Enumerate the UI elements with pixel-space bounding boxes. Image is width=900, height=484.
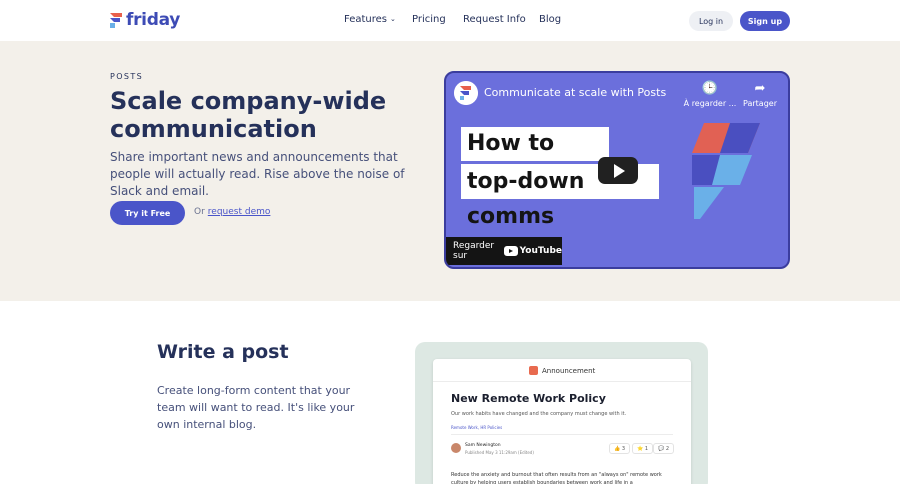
nav-request-info[interactable]: Request Info — [463, 14, 526, 25]
divider — [433, 381, 691, 382]
hero-section: POSTS Scale company-wide communication S… — [0, 41, 900, 301]
top-nav: friday Features ⌄ Pricing Request Info Bl… — [0, 0, 900, 41]
youtube-wordmark: YouTube — [519, 246, 562, 256]
hero-title: Scale company-wide communication — [110, 87, 387, 143]
reaction-thumbs-up[interactable]: 👍 3 — [609, 443, 630, 454]
megaphone-icon — [529, 366, 538, 375]
share-button[interactable]: ➦ Partager — [742, 81, 778, 108]
channel-avatar[interactable] — [454, 81, 478, 105]
nav-features[interactable]: Features ⌄ — [344, 14, 396, 25]
try-free-button[interactable]: Try it Free — [110, 201, 185, 225]
play-icon — [614, 163, 625, 178]
nav-pricing[interactable]: Pricing — [412, 14, 446, 25]
nav-blog[interactable]: Blog — [539, 14, 561, 25]
watch-on-youtube[interactable]: Regarder sur YouTube — [446, 237, 562, 265]
section-eyebrow: POSTS — [110, 72, 144, 81]
friday-logo[interactable]: friday — [109, 10, 180, 30]
youtube-logo: YouTube — [503, 246, 562, 256]
post-body: Reduce the anxiety and burnout that ofte… — [451, 472, 662, 484]
logo-text: friday — [126, 10, 181, 30]
share-label: Partager — [743, 99, 777, 108]
video-embed[interactable]: Communicate at scale with Posts 🕒 À rega… — [444, 71, 790, 269]
login-button[interactable]: Log in — [689, 11, 733, 31]
share-icon: ➦ — [754, 81, 766, 96]
post-subtitle: Our work habits have changed and the com… — [451, 411, 627, 417]
watch-later-label: À regarder ... — [683, 99, 737, 108]
post-card: Announcement New Remote Work Policy Our … — [433, 359, 691, 484]
watch-later-button[interactable]: 🕒 À regarder ... — [682, 81, 738, 108]
play-button[interactable] — [598, 157, 638, 184]
signup-button[interactable]: Sign up — [740, 11, 790, 31]
announcement-header: Announcement — [529, 366, 595, 375]
chevron-down-icon: ⌄ — [390, 15, 396, 23]
watch-on-label: Regarder sur — [453, 241, 495, 261]
divider — [451, 434, 673, 435]
write-post-title: Write a post — [157, 341, 289, 363]
post-preview-panel: Announcement New Remote Work Policy Our … — [415, 342, 708, 484]
video-headline-line1: How to scale — [461, 127, 609, 190]
nav-features-label: Features — [344, 14, 387, 25]
youtube-play-icon — [503, 246, 518, 256]
video-title[interactable]: Communicate at scale with Posts — [484, 86, 666, 99]
friday-brand-graphic — [692, 123, 760, 219]
reaction-star[interactable]: ⭐ 1 — [632, 443, 653, 454]
friday-logo-icon — [110, 13, 122, 28]
clock-icon: 🕒 — [701, 81, 719, 96]
write-post-description: Create long-form content that your team … — [157, 384, 355, 431]
comment-count[interactable]: 💬 2 — [653, 443, 674, 454]
demo-prompt: Or request demo — [194, 207, 270, 217]
post-title: New Remote Work Policy — [451, 392, 606, 405]
hero-description: Share important news and announcements t… — [110, 150, 405, 198]
post-author: Sam Newington — [465, 443, 501, 448]
post-date: Published May 3 11:29am (Edited) — [465, 450, 534, 455]
request-demo-link[interactable]: request demo — [208, 207, 271, 217]
or-text: Or — [194, 207, 205, 217]
post-tags[interactable]: Remote Work, HR Policies — [451, 425, 502, 430]
announcement-label: Announcement — [542, 366, 596, 375]
avatar — [451, 443, 461, 453]
